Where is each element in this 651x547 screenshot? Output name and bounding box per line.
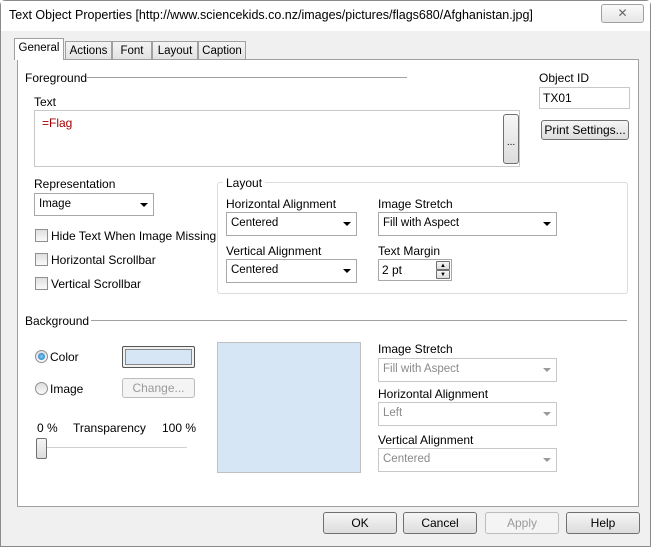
spin-up-icon[interactable]: ▲ <box>436 261 450 270</box>
tab-caption[interactable]: Caption <box>198 41 246 60</box>
foreground-divider <box>87 77 407 78</box>
chevron-down-icon <box>543 458 551 462</box>
horizontal-scrollbar-checkbox[interactable] <box>35 253 48 266</box>
h-align-value: Centered <box>231 217 279 229</box>
v-align-value: Centered <box>231 264 279 276</box>
background-divider <box>91 320 627 321</box>
title-bar: Text Object Properties [http://www.scien… <box>1 1 650 31</box>
representation-select[interactable]: Image <box>34 193 154 216</box>
bg-image-stretch-select[interactable]: Fill with Aspect <box>378 358 557 382</box>
v-align-label: Vertical Alignment <box>226 244 322 258</box>
chevron-down-icon <box>343 269 351 273</box>
bg-image-stretch-value: Fill with Aspect <box>383 363 460 375</box>
apply-button[interactable]: Apply <box>485 512 559 534</box>
text-object-properties-dialog: Text Object Properties [http://www.scien… <box>0 0 651 547</box>
close-icon: ✕ <box>617 6 628 20</box>
transparency-max-label: 100 % <box>162 421 197 435</box>
chevron-down-icon <box>343 222 351 226</box>
v-align-select[interactable]: Centered <box>226 259 357 283</box>
chevron-down-icon <box>140 203 148 207</box>
image-radio-label: Image <box>50 382 84 396</box>
background-heading: Background <box>25 314 90 328</box>
text-margin-value: 2 pt <box>382 263 403 277</box>
horizontal-scrollbar-label: Horizontal Scrollbar <box>51 253 156 267</box>
object-id-label: Object ID <box>539 71 590 85</box>
text-label: Text <box>34 95 57 109</box>
foreground-heading: Foreground <box>25 71 88 85</box>
cancel-button[interactable]: Cancel <box>403 512 477 534</box>
ok-button[interactable]: OK <box>323 512 397 534</box>
text-expression-value: =Flag <box>42 116 73 130</box>
tab-actions[interactable]: Actions <box>65 41 112 60</box>
image-radio[interactable] <box>35 382 48 395</box>
bg-h-align-select[interactable]: Left <box>378 402 557 426</box>
bg-h-align-value: Left <box>383 407 403 419</box>
hide-text-label: Hide Text When Image Missing <box>51 229 217 243</box>
chevron-down-icon <box>543 368 551 372</box>
help-button[interactable]: Help <box>566 512 640 534</box>
representation-value: Image <box>39 198 71 210</box>
h-align-select[interactable]: Centered <box>226 212 357 236</box>
image-stretch-value: Fill with Aspect <box>383 217 460 229</box>
bg-h-align-label: Horizontal Alignment <box>378 387 489 401</box>
layout-group-label: Layout <box>223 176 266 190</box>
h-align-label: Horizontal Alignment <box>226 197 337 211</box>
chevron-down-icon <box>543 412 551 416</box>
transparency-slider-track[interactable] <box>37 447 187 449</box>
transparency-min-label: 0 % <box>37 421 58 435</box>
spin-down-icon[interactable]: ▼ <box>436 270 450 279</box>
bg-v-align-select[interactable]: Centered <box>378 448 557 472</box>
window-title: Text Object Properties [http://www.scien… <box>9 8 533 22</box>
image-stretch-label: Image Stretch <box>378 197 453 211</box>
transparency-slider-thumb[interactable] <box>36 438 47 459</box>
bg-v-align-value: Centered <box>383 453 431 465</box>
chevron-down-icon <box>543 222 551 226</box>
image-stretch-select[interactable]: Fill with Aspect <box>378 212 557 236</box>
print-settings-button[interactable]: Print Settings... <box>541 120 629 140</box>
object-id-field[interactable]: TX01 <box>539 87 630 109</box>
change-image-button[interactable]: Change... <box>122 378 195 398</box>
bg-v-align-label: Vertical Alignment <box>378 433 474 447</box>
tab-font[interactable]: Font <box>112 41 152 60</box>
expression-editor-button[interactable]: ... <box>503 114 519 164</box>
color-picker-button[interactable] <box>122 346 195 368</box>
tab-general[interactable]: General <box>14 38 64 60</box>
bg-image-stretch-label: Image Stretch <box>378 342 453 356</box>
background-preview <box>217 342 361 473</box>
color-radio[interactable] <box>35 350 48 363</box>
close-button[interactable]: ✕ <box>601 4 644 23</box>
text-expression-field[interactable]: =Flag <box>34 110 520 167</box>
transparency-label: Transparency <box>73 421 146 435</box>
color-radio-label: Color <box>50 350 79 364</box>
tab-layout[interactable]: Layout <box>152 41 198 60</box>
color-swatch <box>125 349 192 365</box>
vertical-scrollbar-checkbox[interactable] <box>35 277 48 290</box>
text-margin-label: Text Margin <box>378 244 441 258</box>
text-margin-spinner[interactable]: 2 pt ▲ ▼ <box>378 259 452 281</box>
vertical-scrollbar-label: Vertical Scrollbar <box>51 277 142 291</box>
representation-label: Representation <box>34 177 116 191</box>
hide-text-checkbox[interactable] <box>35 229 48 242</box>
